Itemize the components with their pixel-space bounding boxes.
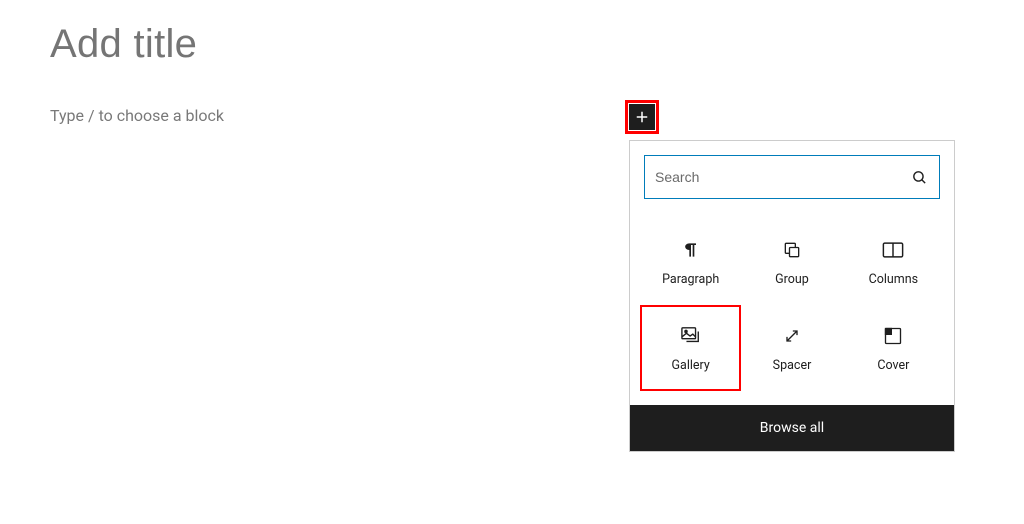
block-search-input[interactable] xyxy=(655,156,909,198)
block-inserter-panel: Paragraph Group Columns xyxy=(629,140,955,452)
default-block-row: Type / to choose a block xyxy=(50,104,650,128)
block-item-label: Spacer xyxy=(773,358,812,373)
search-icon xyxy=(909,167,929,187)
block-item-label: Group xyxy=(775,272,809,287)
post-title-input[interactable] xyxy=(50,20,630,68)
browse-all-button[interactable]: Browse all xyxy=(630,405,954,451)
search-wrap xyxy=(630,141,954,213)
plus-icon xyxy=(633,108,651,126)
blocks-grid: Paragraph Group Columns xyxy=(630,213,954,405)
block-item-gallery[interactable]: Gallery xyxy=(640,305,741,391)
block-item-label: Columns xyxy=(869,272,919,287)
gallery-icon xyxy=(679,324,703,348)
block-placeholder-text[interactable]: Type / to choose a block xyxy=(50,104,650,128)
paragraph-icon xyxy=(679,238,703,262)
columns-icon xyxy=(881,238,905,262)
block-item-group[interactable]: Group xyxy=(741,219,842,305)
block-item-paragraph[interactable]: Paragraph xyxy=(640,219,741,305)
spacer-icon xyxy=(780,324,804,348)
block-item-spacer[interactable]: Spacer xyxy=(741,305,842,391)
block-item-label: Paragraph xyxy=(662,272,719,287)
search-field xyxy=(644,155,940,199)
block-item-label: Gallery xyxy=(672,358,710,373)
editor-canvas: Type / to choose a block xyxy=(0,0,1024,148)
cover-icon xyxy=(881,324,905,348)
add-block-button[interactable] xyxy=(629,104,655,130)
block-item-columns[interactable]: Columns xyxy=(843,219,944,305)
block-item-label: Cover xyxy=(877,358,909,373)
group-icon xyxy=(780,238,804,262)
block-item-cover[interactable]: Cover xyxy=(843,305,944,391)
